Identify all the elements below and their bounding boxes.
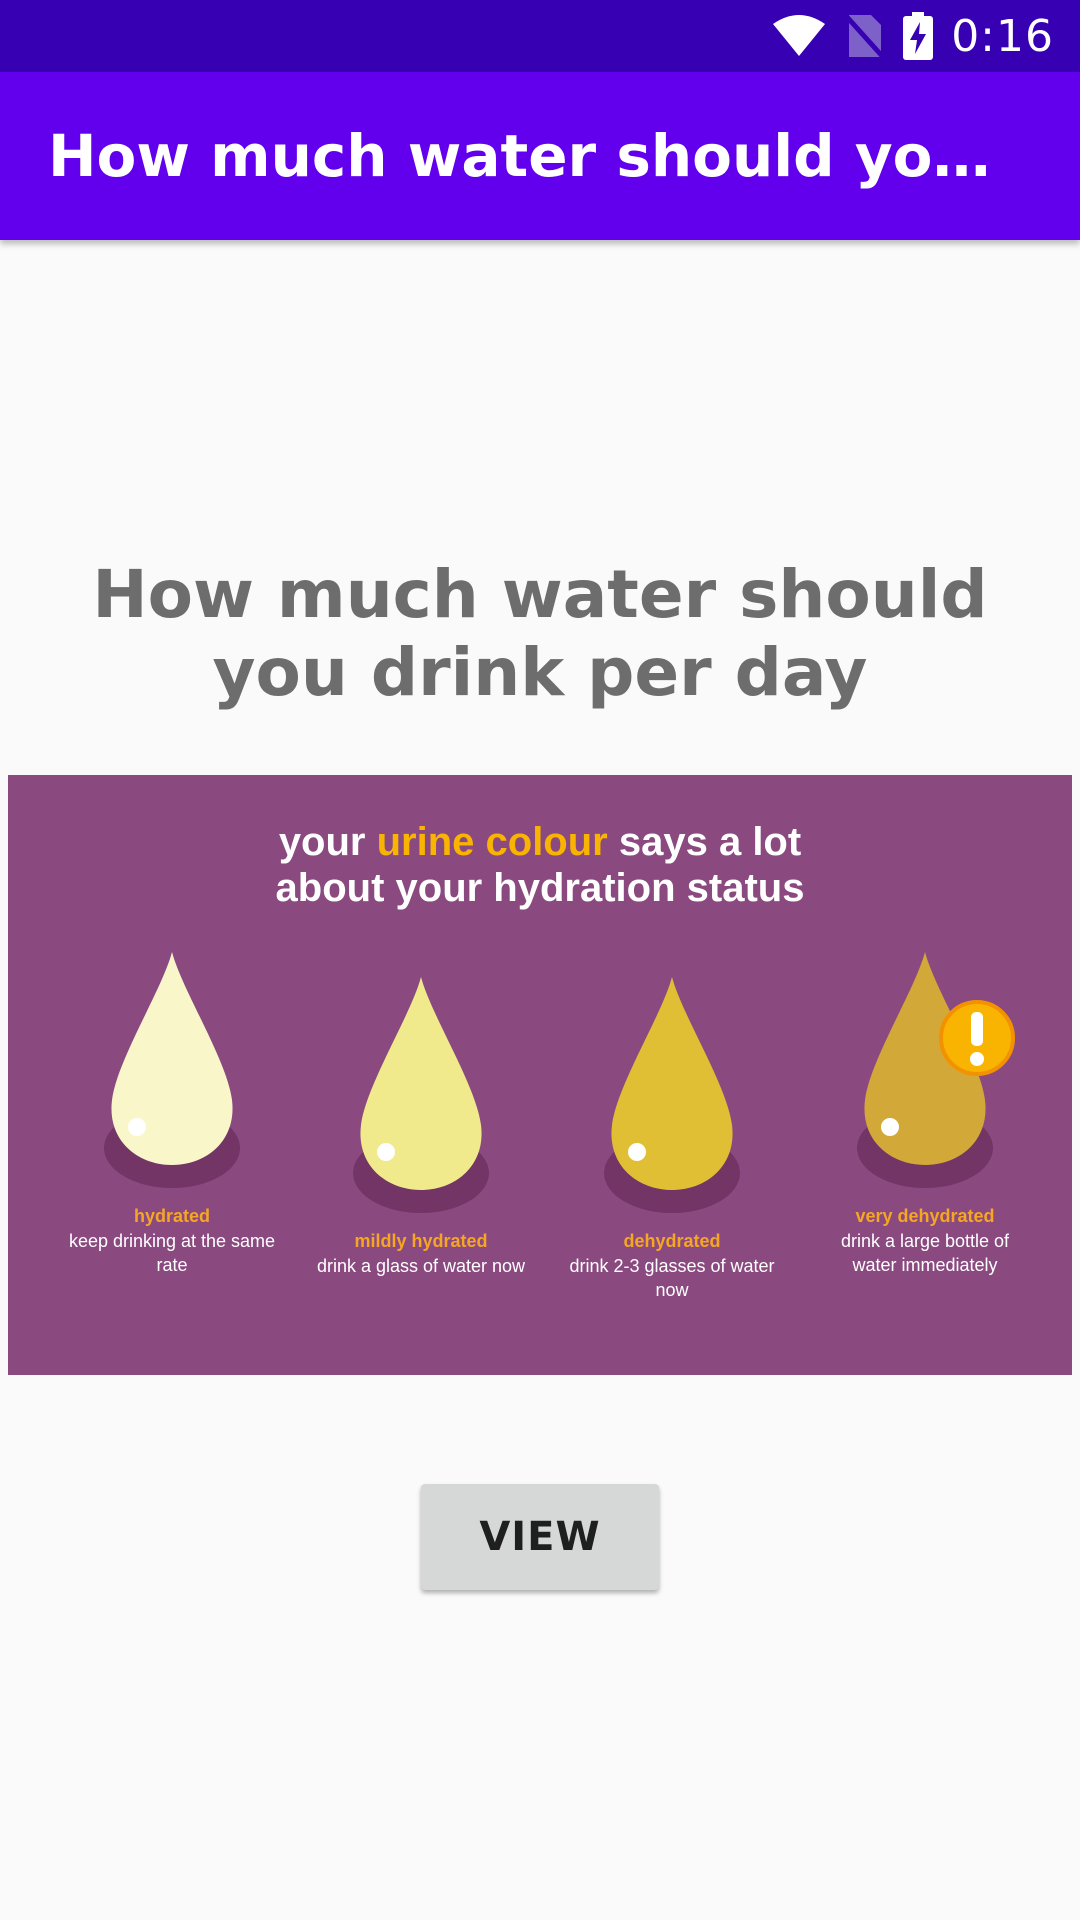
drop-desc: keep drinking at the same rate xyxy=(68,1231,276,1275)
drop-label: mildly hydrated xyxy=(354,1231,488,1251)
drop-label: hydrated xyxy=(133,1206,211,1226)
headline-part1: your xyxy=(278,820,377,864)
drop-icon xyxy=(353,977,489,1213)
drop-mildly-hydrated: mildly hydrated drink a glass of water n… xyxy=(296,975,546,1278)
battery-charging-icon xyxy=(903,12,934,60)
app-bar: How much water should you drink… xyxy=(0,72,1080,240)
no-sim-icon xyxy=(845,13,886,59)
clock: 0:16 xyxy=(951,10,1054,62)
drop-desc: drink 2-3 glasses of water now xyxy=(569,1256,775,1300)
drop-hydrated: hydrated keep drinking at the same rate xyxy=(47,950,297,1277)
app-bar-title: How much water should you drink… xyxy=(48,122,1008,190)
headline-line2: about your hydration status xyxy=(275,866,805,910)
status-bar: 0:16 xyxy=(0,0,1080,72)
headline-highlight: urine colour xyxy=(376,820,608,864)
drop-icon xyxy=(604,977,740,1213)
exclamation-icon xyxy=(939,1000,1015,1076)
page-title: How much water should you drink per day xyxy=(92,556,988,711)
drop-icon xyxy=(104,952,240,1188)
wifi-icon xyxy=(771,14,827,58)
view-button[interactable]: VIEW xyxy=(421,1484,659,1590)
headline-part2: says a lot xyxy=(607,820,802,864)
drop-desc: drink a glass of water now xyxy=(316,1256,526,1276)
infographic-headline: your urine colour says a lot about your … xyxy=(8,819,1072,911)
drop-label: very dehydrated xyxy=(855,1206,995,1226)
drop-label: dehydrated xyxy=(623,1231,721,1251)
hydration-infographic: your urine colour says a lot about your … xyxy=(8,775,1072,1375)
drop-icon xyxy=(857,952,1015,1188)
drop-dehydrated: dehydrated drink 2-3 glasses of water no… xyxy=(547,975,797,1302)
drop-desc: drink a large bottle of water immediatel… xyxy=(840,1231,1010,1275)
drop-very-dehydrated: very dehydrated drink a large bottle of … xyxy=(800,950,1050,1277)
